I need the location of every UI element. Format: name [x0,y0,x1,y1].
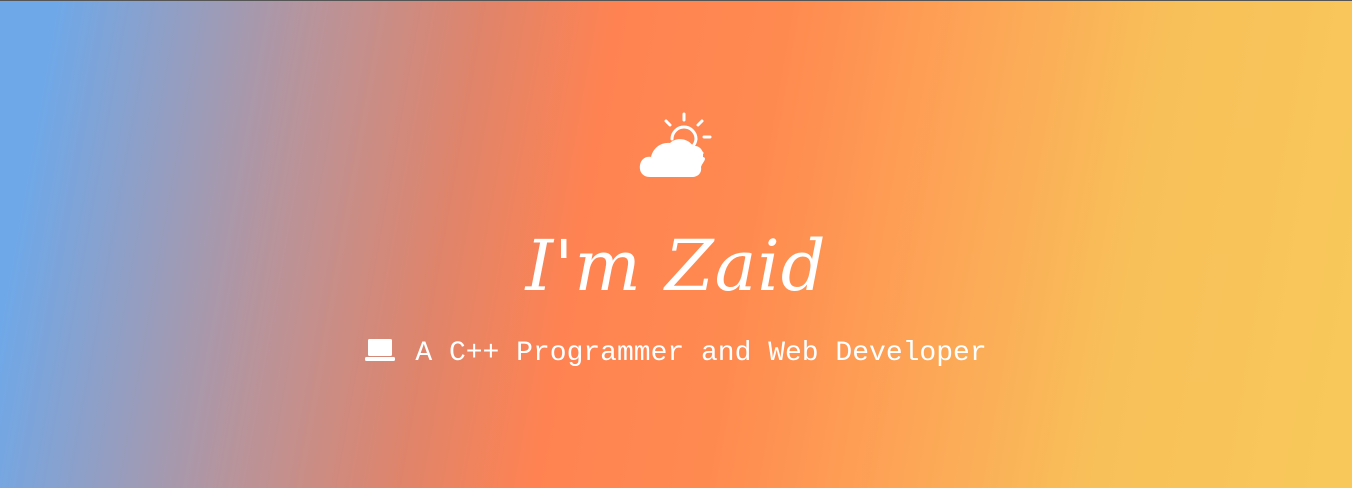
subtitle: A C++ Programmer and Web Developer [0,337,1352,371]
page-title: I'm Zaid [525,225,827,307]
subtitle-text: A C++ Programmer and Web Developer [415,338,987,369]
laptop-icon [365,339,396,361]
cloud-sun-icon [639,112,712,177]
hero-banner: I'm Zaid A C++ Programmer and Web Develo… [0,0,1352,488]
